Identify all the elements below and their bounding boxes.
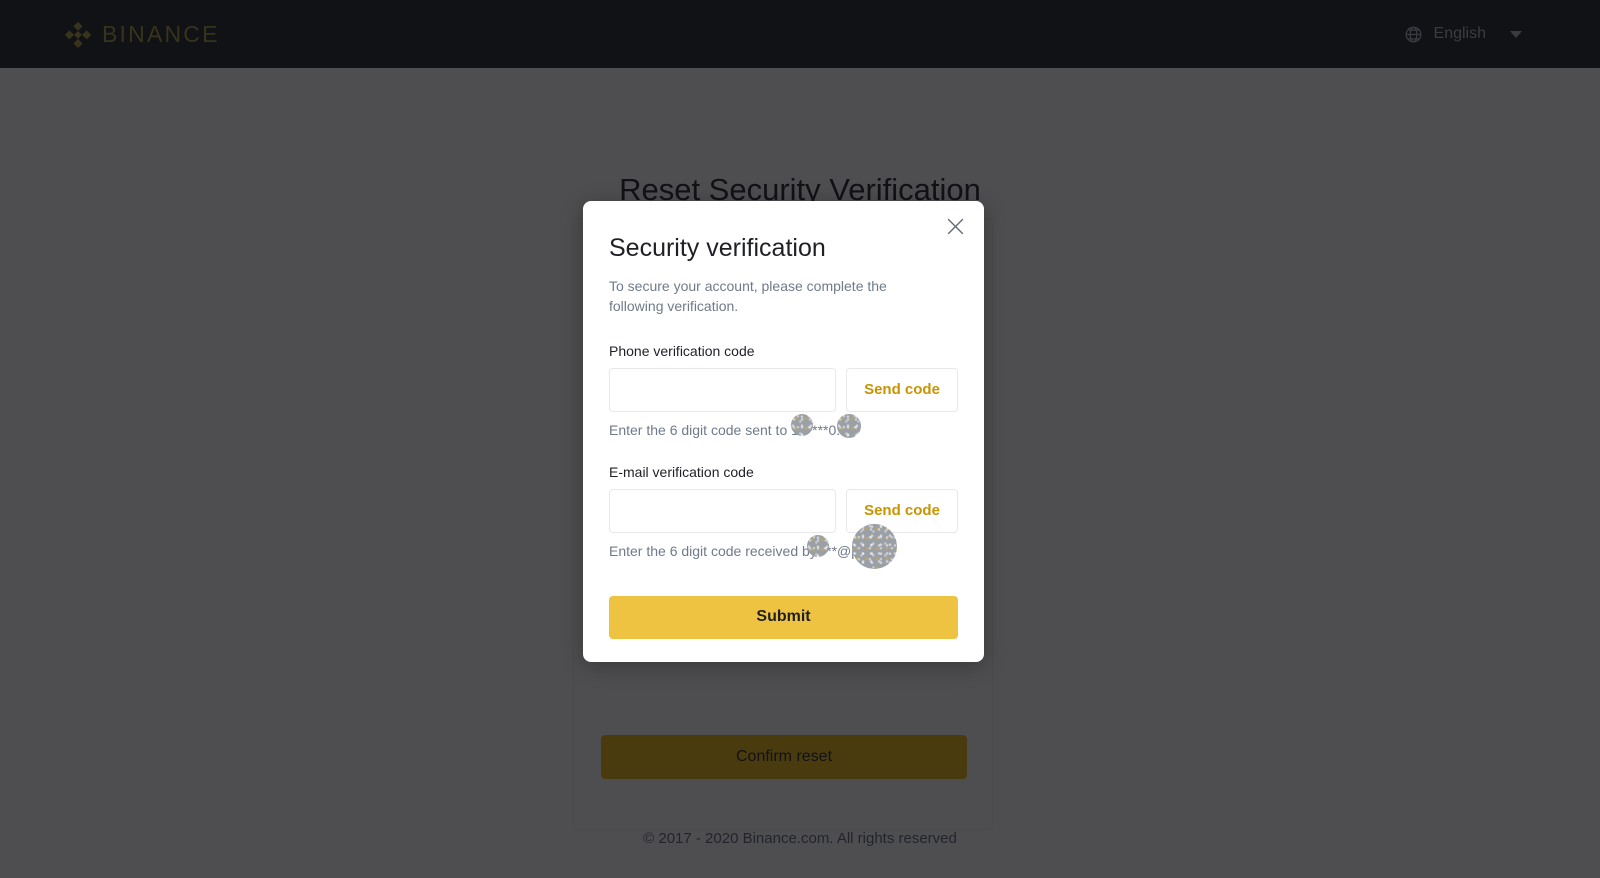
submit-button[interactable]: Submit [609,595,958,639]
modal-title: Security verification [609,234,826,262]
security-verification-modal: Security verification To secure your acc… [583,201,984,662]
phone-field-row: Send code [609,367,958,412]
chevron-down-icon [1510,30,1522,38]
email-hint-prefix: Enter the 6 digit code received by [609,542,821,559]
phone-field-label: Phone verification code [609,342,755,359]
phone-send-code-button[interactable]: Send code [846,367,958,412]
modal-subtitle: To secure your account, please complete … [609,278,887,315]
email-code-input[interactable] [609,488,836,533]
redaction-blob [791,413,813,436]
binance-logo-text: BINANCE [102,20,220,47]
close-icon [947,218,963,234]
site-header: BINANCE English [0,0,1600,68]
redaction-blob [837,413,861,438]
binance-diamond-icon [64,21,92,48]
phone-code-input[interactable] [609,367,836,412]
modal-body: Security verification To secure your acc… [583,201,984,639]
phone-field-hint: Enter the 6 digit code sent to 13****0. [609,413,958,438]
email-field-row: Send code [609,488,958,533]
email-field-hint: Enter the 6 digit code received by ***@p… [609,523,958,569]
redaction-blob [852,523,897,569]
close-button[interactable] [940,211,970,241]
email-verification-field: E-mail verification code Send code Enter… [609,463,958,569]
language-selector[interactable]: English [1404,0,1522,68]
phone-hint-prefix: Enter the 6 digit code sent to 13 [609,421,807,438]
email-field-label: E-mail verification code [609,463,754,480]
redaction-blob [807,534,829,557]
language-label: English [1433,25,1486,42]
phone-verification-field: Phone verification code Send code Enter … [609,343,958,438]
globe-icon [1405,26,1421,42]
binance-logo[interactable]: BINANCE [64,20,220,48]
